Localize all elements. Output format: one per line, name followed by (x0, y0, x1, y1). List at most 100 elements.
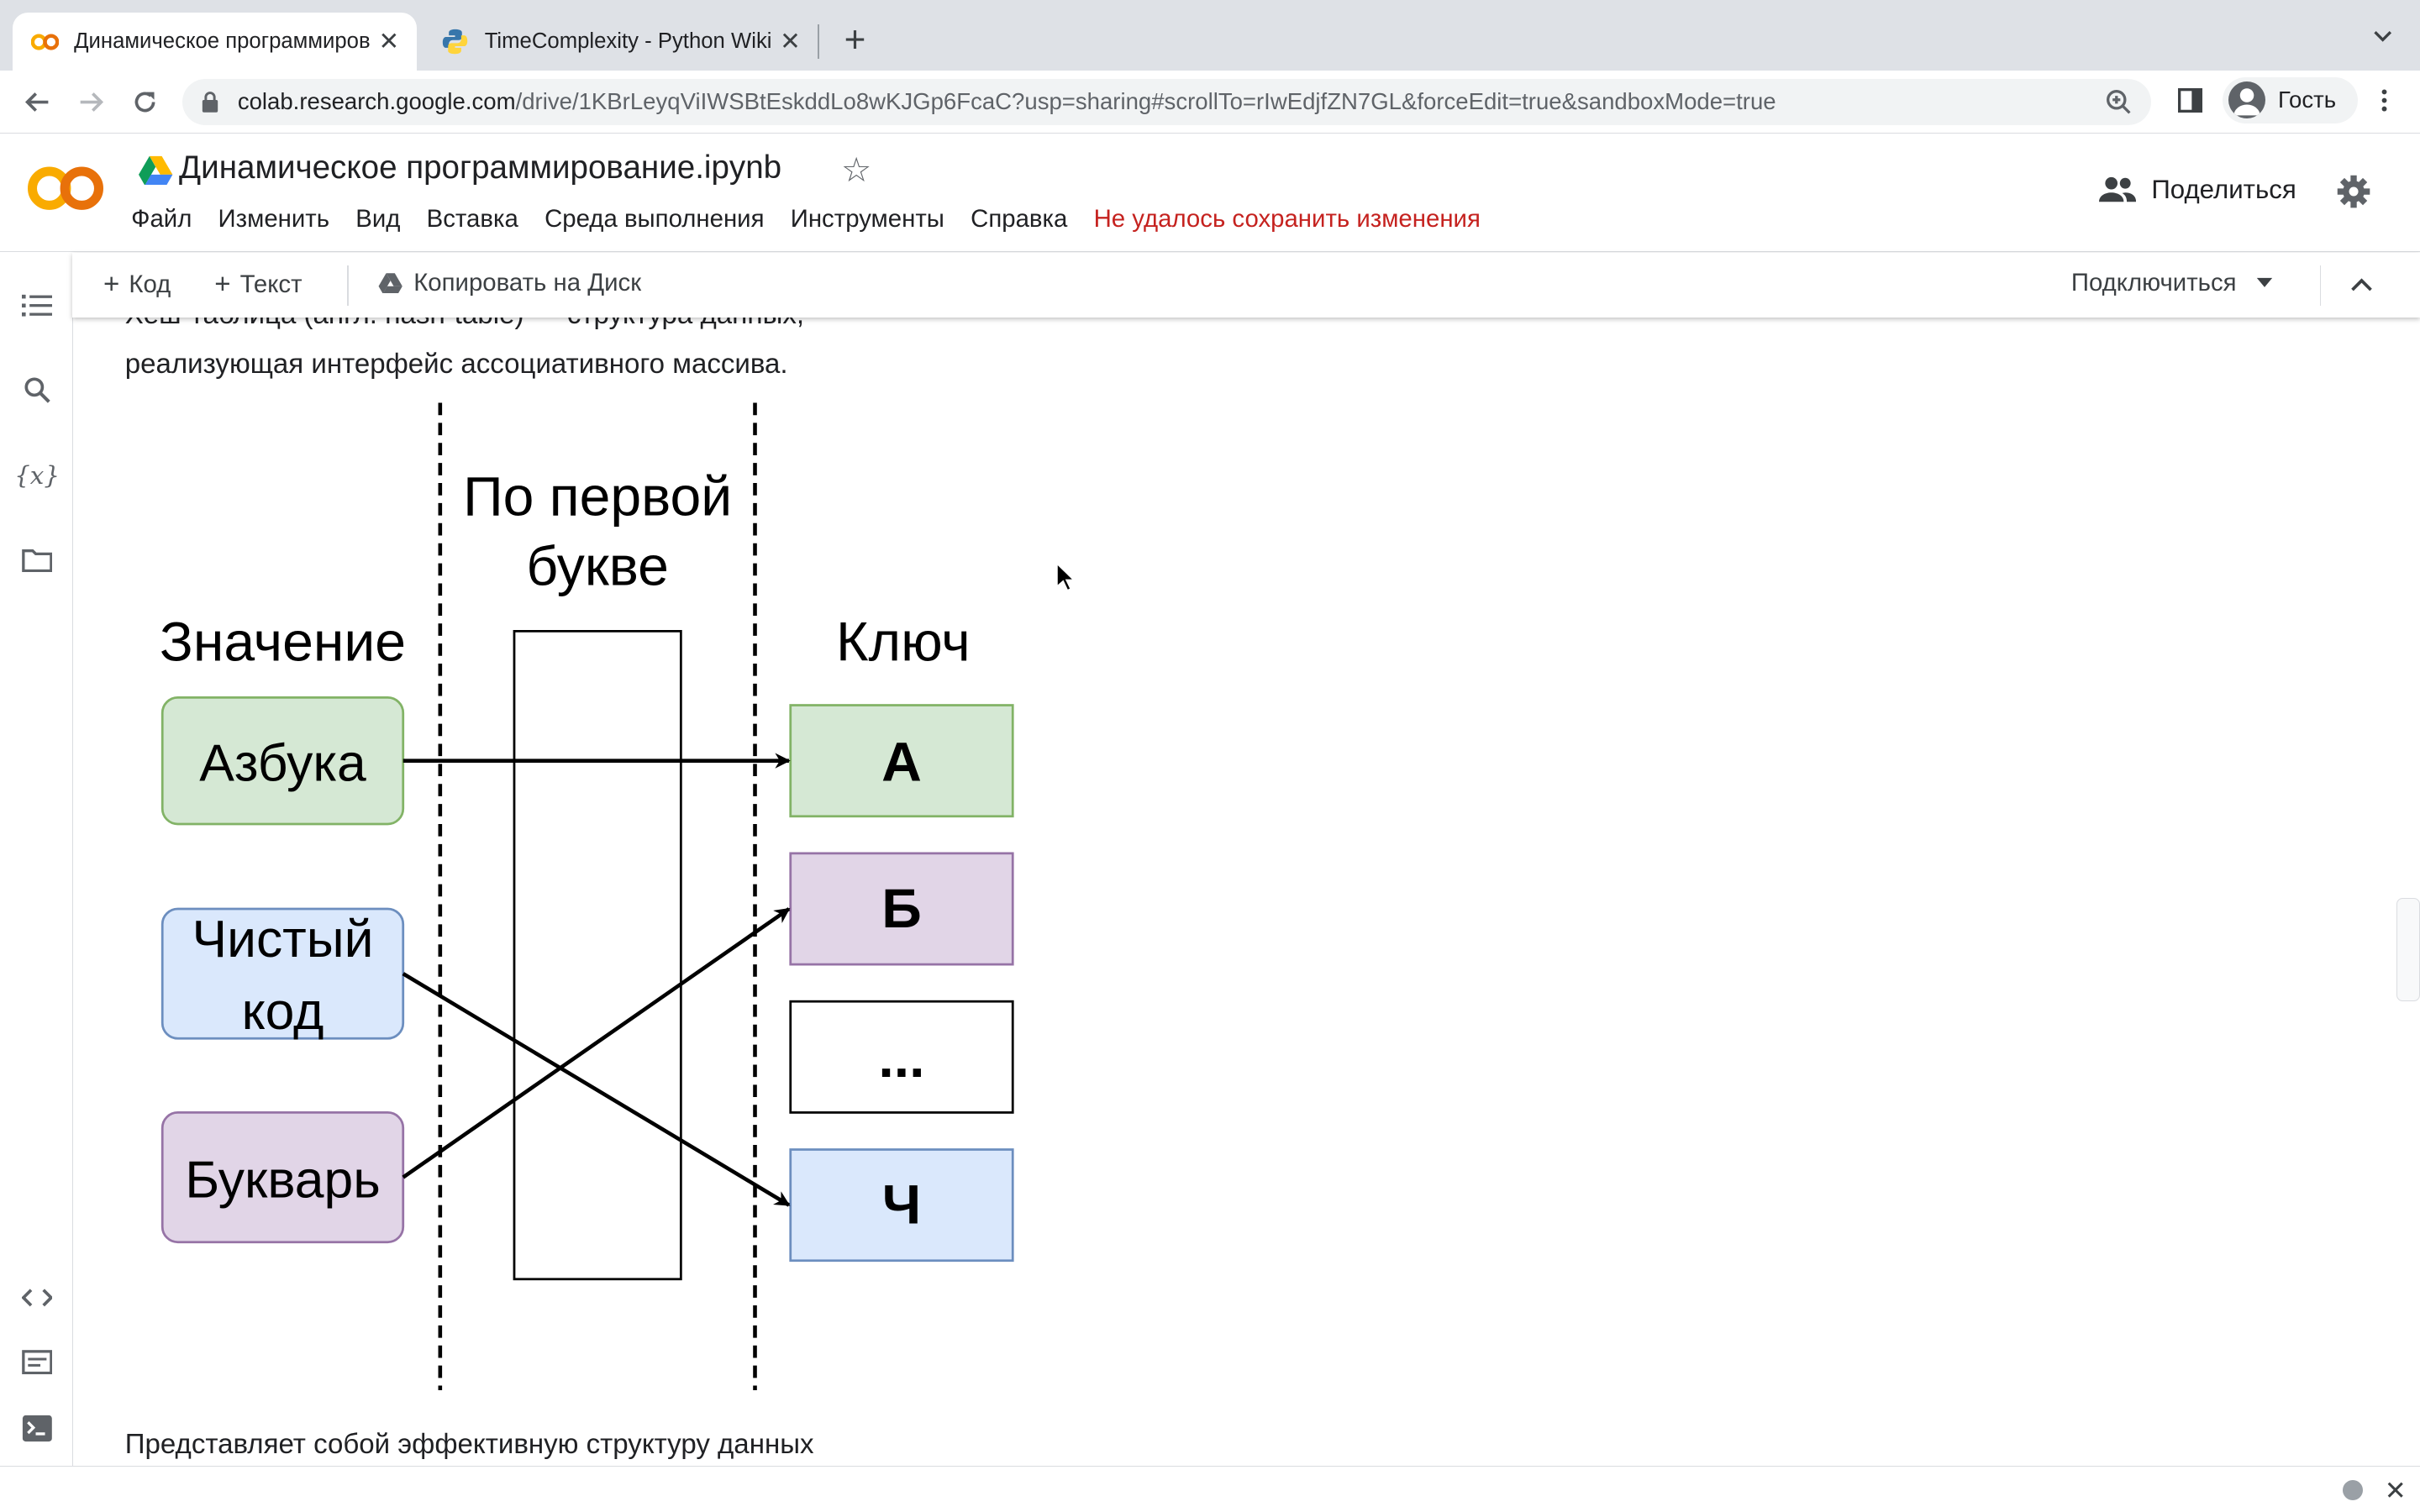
colab-logo[interactable] (28, 162, 105, 214)
copy-to-drive-label: Копировать на Диск (413, 268, 642, 297)
connect-button[interactable]: Подключиться (2071, 269, 2274, 297)
text-cell-line: Представляет собой эффективную структуру… (124, 1428, 814, 1460)
value-label: Чистый (192, 910, 373, 969)
plus-icon: + (103, 268, 120, 300)
values-header: Значение (160, 611, 406, 673)
keys-header: Ключ (836, 611, 971, 673)
terminal-icon[interactable] (18, 1410, 55, 1447)
key-label: Ч (881, 1173, 920, 1236)
add-text-label: Текст (239, 270, 302, 298)
status-bar: ✕ (0, 1465, 2420, 1512)
hash-function-label: По первой (463, 465, 732, 528)
url-host: colab.research.google.com (237, 88, 516, 115)
key-label: А (881, 731, 922, 793)
menu-runtime[interactable]: Среда выполнения (544, 205, 764, 234)
toolbar-divider (2319, 265, 2322, 306)
tab-colab[interactable]: Динамическое программиров ✕ (12, 12, 417, 71)
google-drive-icon[interactable] (139, 155, 173, 186)
gear-icon[interactable] (2335, 173, 2372, 210)
profile-button[interactable]: Гость (2222, 76, 2359, 123)
back-arrow-icon[interactable] (18, 83, 55, 120)
people-icon (2098, 176, 2136, 203)
menu-file[interactable]: Файл (131, 205, 192, 234)
folder-icon[interactable] (18, 542, 55, 579)
star-icon[interactable]: ☆ (841, 150, 871, 190)
notebook-toolbar: + Код + Текст Копировать на Диск Подключ… (72, 253, 2420, 318)
status-indicator-icon (2343, 1480, 2363, 1501)
value-label: код (241, 982, 324, 1041)
left-sidebar: {𝑥} (0, 253, 74, 1466)
add-text-button[interactable]: + Текст (214, 269, 302, 301)
code-snippets-icon[interactable] (18, 1279, 55, 1316)
menu-tools[interactable]: Инструменты (791, 205, 944, 234)
key-box-ellipsis: ... (788, 1000, 1014, 1114)
text-cell-line: реализующая интерфейс ассоциативного мас… (124, 349, 788, 381)
menu-view[interactable]: Вид (355, 205, 400, 234)
hash-table-diagram: По первой букве Значение Ключ Азбука Чис… (160, 402, 1014, 1390)
avatar-icon (2228, 81, 2266, 119)
scrollbar-thumb[interactable] (2396, 897, 2420, 1002)
colab-favicon-icon (30, 33, 59, 51)
lock-icon (201, 91, 223, 113)
variables-icon[interactable]: {𝑥} (14, 457, 60, 494)
mouse-cursor-icon (1056, 561, 1076, 591)
hash-function-label: букве (526, 535, 669, 597)
add-code-label: Код (129, 270, 171, 298)
tab-title: TimeComplexity - Python Wiki (484, 29, 772, 54)
python-favicon-icon (441, 28, 469, 55)
more-vert-icon[interactable] (2370, 87, 2398, 114)
colab-header: Динамическое программирование.ipynb ☆ Фа… (0, 134, 2420, 253)
menu-insert[interactable]: Вставка (427, 205, 518, 234)
value-label: Азбука (199, 733, 366, 792)
notebook-title[interactable]: Динамическое программирование.ipynb (179, 150, 781, 186)
drive-icon (378, 273, 402, 294)
search-icon[interactable] (18, 372, 55, 409)
close-icon[interactable]: ✕ (2385, 1476, 2407, 1506)
menu-help[interactable]: Справка (971, 205, 1067, 234)
url-text: colab.research.google.com/drive/1KBrLeyq… (238, 88, 1776, 115)
address-bar[interactable]: colab.research.google.com/drive/1KBrLeyq… (182, 78, 2152, 125)
close-tab-icon[interactable]: ✕ (775, 27, 806, 56)
share-label: Поделиться (2151, 174, 2296, 204)
save-warning[interactable]: Не удалось сохранить изменения (1094, 205, 1481, 234)
copy-to-drive-button[interactable]: Копировать на Диск (378, 269, 641, 297)
screen: Динамическое программиров ✕ TimeComplexi… (0, 0, 2420, 1512)
toolbar-divider (347, 265, 350, 306)
profile-label: Гость (2277, 87, 2337, 113)
notebook-content: Хеш-таблица (англ. hash-table) — структу… (74, 318, 2396, 1466)
close-tab-icon[interactable]: ✕ (373, 27, 404, 56)
reload-icon[interactable] (127, 83, 164, 120)
menu-edit[interactable]: Изменить (218, 205, 330, 234)
connect-label: Подключиться (2070, 268, 2237, 297)
browser-toolbar: colab.research.google.com/drive/1KBrLeyq… (0, 71, 2420, 134)
value-box-azbuka: Азбука (160, 696, 404, 826)
new-tab-icon[interactable]: + (836, 18, 873, 61)
key-box-ch: Ч (788, 1147, 1014, 1262)
tab-divider (818, 24, 820, 59)
key-label: ... (878, 1027, 924, 1089)
forward-arrow-icon[interactable] (72, 83, 109, 120)
browser-tab-bar: Динамическое программиров ✕ TimeComplexi… (0, 0, 2420, 71)
chevron-up-icon[interactable] (2348, 271, 2375, 299)
command-palette-icon[interactable] (18, 1344, 55, 1381)
plus-icon: + (214, 268, 231, 300)
value-label: Букварь (185, 1150, 381, 1209)
caret-down-icon[interactable] (2255, 276, 2274, 289)
hash-function-box (513, 629, 682, 1280)
tab-python-wiki[interactable]: TimeComplexity - Python Wiki ✕ (423, 13, 818, 71)
menu-bar: Файл Изменить Вид Вставка Среда выполнен… (131, 205, 1507, 234)
add-code-button[interactable]: + Код (103, 269, 171, 301)
chevron-down-icon[interactable] (2370, 24, 2395, 49)
side-panel-icon[interactable] (2176, 87, 2204, 114)
value-box-chisty-kod: Чистый код (160, 907, 404, 1041)
text-cell-line: Хеш-таблица (англ. hash-table) — структу… (125, 318, 804, 331)
tab-title: Динамическое программиров (74, 29, 371, 54)
share-button[interactable]: Поделиться (2098, 174, 2296, 205)
table-of-contents-icon[interactable] (18, 287, 55, 324)
key-box-b: Б (788, 852, 1014, 966)
zoom-icon[interactable] (2105, 88, 2133, 116)
url-path: /drive/1KBrLeyqViIWSBtEskddLo8wKJGp6FcaC… (515, 88, 1776, 115)
value-box-bukvar: Букварь (160, 1110, 404, 1243)
key-label: Б (881, 878, 922, 940)
key-box-a: А (788, 703, 1014, 817)
